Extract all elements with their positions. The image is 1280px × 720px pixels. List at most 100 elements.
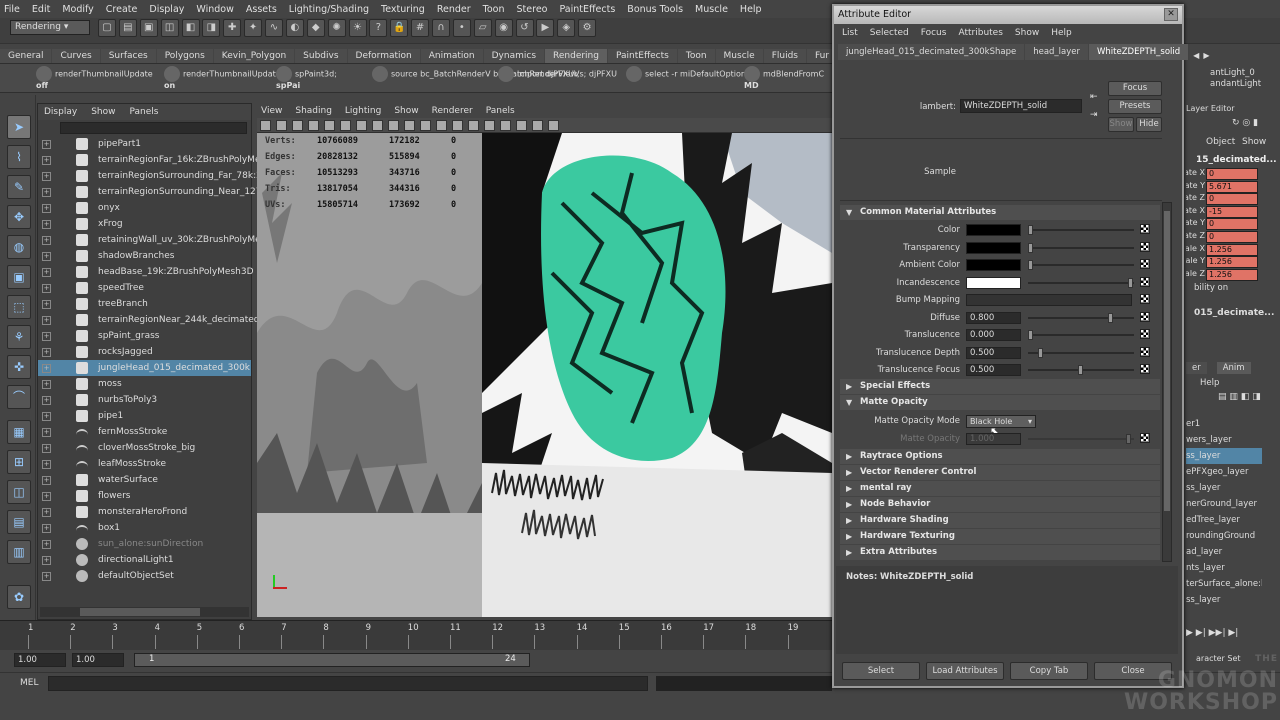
textured-icon[interactable] (468, 120, 479, 131)
render-frame-icon[interactable]: ▶ (536, 19, 555, 37)
attr-value-field[interactable]: 0.500 (966, 364, 1021, 376)
display-layer[interactable]: ss_layer (1186, 592, 1262, 608)
expand-icon[interactable]: + (42, 444, 51, 453)
outliner-item[interactable]: + speedTree (38, 280, 251, 296)
menu-create[interactable]: Create (106, 4, 138, 15)
map-button-icon[interactable] (1140, 364, 1150, 374)
animation-start-field[interactable]: 1.00 (14, 653, 66, 667)
copy-tab-button[interactable]: Copy Tab (1010, 662, 1088, 680)
expand-icon[interactable]: + (42, 380, 51, 389)
expand-icon[interactable]: + (42, 524, 51, 533)
camera-attr-icon[interactable] (260, 120, 271, 131)
playback-controls[interactable]: ▶ ▶| ▶▶| ▶| (1186, 628, 1238, 638)
mask-handles-icon[interactable]: ✚ (223, 19, 242, 37)
expand-icon[interactable]: + (42, 268, 51, 277)
channel-value-field[interactable]: 0 (1206, 218, 1258, 231)
rotate-tool-icon[interactable]: ◍ (7, 235, 31, 259)
tab-scroll-left-icon[interactable]: ◀ (1193, 51, 1199, 60)
expand-icon[interactable]: + (42, 252, 51, 261)
history-icon[interactable]: ↺ (515, 19, 534, 37)
persp-outliner-layout-icon[interactable]: ◫ (7, 480, 31, 504)
display-layer[interactable]: terSurface_alone:l (1186, 576, 1262, 592)
shelf-tab-fluids[interactable]: Fluids (763, 49, 806, 63)
ipr-render-icon[interactable]: ◈ (557, 19, 576, 37)
common-material-section[interactable]: ▼ Common Material Attributes (840, 205, 1160, 220)
focus-button[interactable]: Focus (1108, 81, 1162, 96)
mask-joints-icon[interactable]: ✦ (244, 19, 263, 37)
mask-curves-icon[interactable]: ∿ (265, 19, 283, 37)
map-button-icon[interactable] (1140, 259, 1150, 269)
viewport-menu-renderer[interactable]: Renderer (432, 106, 473, 116)
display-layer[interactable]: roundingGround (1186, 528, 1262, 544)
save-scene-icon[interactable]: ▣ (139, 19, 158, 37)
shelf-tab-kevin-polygon[interactable]: Kevin_Polygon (213, 49, 295, 63)
display-layer[interactable]: nts_layer (1186, 560, 1262, 576)
shelf-tab-painteffects[interactable]: PaintEffects (607, 49, 677, 63)
outliner-item[interactable]: + jungleHead_015_decimated_300k (38, 360, 251, 376)
viewport-menu-lighting[interactable]: Lighting (345, 106, 381, 116)
xray-icon[interactable] (516, 120, 527, 131)
outliner-menu-panels[interactable]: Panels (129, 107, 158, 117)
map-button-icon[interactable] (1140, 433, 1150, 443)
layer-buttons-icon[interactable]: ▤ ▥ ◧ ◨ (1218, 392, 1261, 402)
special-effects-section[interactable]: ▶ Special Effects (840, 379, 1160, 394)
outliner-item[interactable]: + pipePart1 (38, 136, 251, 152)
shelf-button-2[interactable]: spPaint3d; spPai (276, 66, 337, 92)
live-surface-icon[interactable]: ◉ (494, 19, 513, 37)
ae-menu-list[interactable]: List (842, 28, 858, 38)
last-tool-icon[interactable]: ⌒ (7, 385, 31, 409)
menu-assets[interactable]: Assets (246, 4, 277, 15)
expand-icon[interactable]: + (42, 220, 51, 229)
viewport-menu-show[interactable]: Show (394, 106, 418, 116)
shelf-button-5[interactable]: select -r miDefaultOption (626, 66, 746, 92)
mask-surfaces-icon[interactable]: ◐ (285, 19, 304, 37)
slider-handle[interactable] (1108, 312, 1113, 323)
ae-menu-selected[interactable]: Selected (870, 28, 909, 38)
ae-menu-show[interactable]: Show (1015, 28, 1039, 38)
outliner-item[interactable]: + rocksJagged (38, 344, 251, 360)
slider-handle[interactable] (1028, 225, 1033, 235)
outliner-item[interactable]: + moss (38, 376, 251, 392)
map-button-icon[interactable] (1140, 241, 1150, 252)
expand-icon[interactable]: + (42, 156, 51, 165)
display-layer[interactable]: wers_layer (1186, 432, 1262, 448)
time-slider[interactable]: 1 2 3 4 5 6 7 8 9 10 11 12 13 14 15 16 17 18 19 (0, 620, 832, 650)
section-raytrace-options[interactable]: ▶ Raytrace Options (840, 449, 1160, 464)
expand-icon[interactable]: + (42, 364, 51, 373)
matte-opacity-field[interactable]: 1.000 (966, 433, 1021, 445)
outliner-item[interactable]: + xFrog (38, 216, 251, 232)
attr-value-field[interactable]: 0.500 (966, 346, 1021, 359)
film-gate-icon[interactable] (324, 120, 335, 131)
menu-texturing[interactable]: Texturing (381, 4, 425, 15)
menu-file[interactable]: File (4, 4, 20, 15)
expand-icon[interactable]: + (42, 508, 51, 517)
gate-mask-icon[interactable] (356, 120, 367, 131)
playback-start-field[interactable]: 1.00 (72, 653, 124, 667)
display-layer[interactable]: ss_layer (1186, 480, 1262, 496)
outliner-menu-show[interactable]: Show (91, 107, 115, 117)
snap-plane-icon[interactable]: ▱ (473, 19, 492, 37)
bump-mapping-field[interactable] (966, 294, 1132, 306)
presets-button[interactable]: Presets (1108, 99, 1162, 114)
attribute-editor-titlebar[interactable]: Attribute Editor ✕ (834, 6, 1182, 24)
viewport-menu-view[interactable]: View (261, 106, 282, 116)
display-layer[interactable]: er1 (1186, 416, 1262, 432)
display-layer[interactable]: nerGround_layer (1186, 496, 1262, 512)
map-button-icon[interactable] (1140, 346, 1150, 357)
outliner-item[interactable]: + pipe1 (38, 408, 251, 424)
show-button[interactable]: Show (1108, 117, 1134, 132)
outliner-menu-display[interactable]: Display (44, 107, 77, 117)
channel-value-field[interactable]: 1.256 (1206, 256, 1258, 269)
hypershade-layout-icon[interactable]: ▥ (7, 540, 31, 564)
slider-handle[interactable] (1038, 347, 1043, 358)
section-hardware-texturing[interactable]: ▶ Hardware Texturing (840, 529, 1160, 544)
expand-icon[interactable]: + (42, 572, 51, 581)
shelf-tab-general[interactable]: General (0, 49, 52, 63)
layer-help-menu[interactable]: Help (1200, 378, 1219, 388)
outliner-item[interactable]: + fernMossStroke (38, 424, 251, 440)
outliner-item[interactable]: + cloverMossStroke_big (38, 440, 251, 456)
menu-toon[interactable]: Toon (483, 4, 505, 15)
outliner-item[interactable]: + waterSurface (38, 472, 251, 488)
select-tool-icon[interactable]: ➤ (7, 115, 31, 139)
menu-stereo[interactable]: Stereo (517, 4, 548, 15)
